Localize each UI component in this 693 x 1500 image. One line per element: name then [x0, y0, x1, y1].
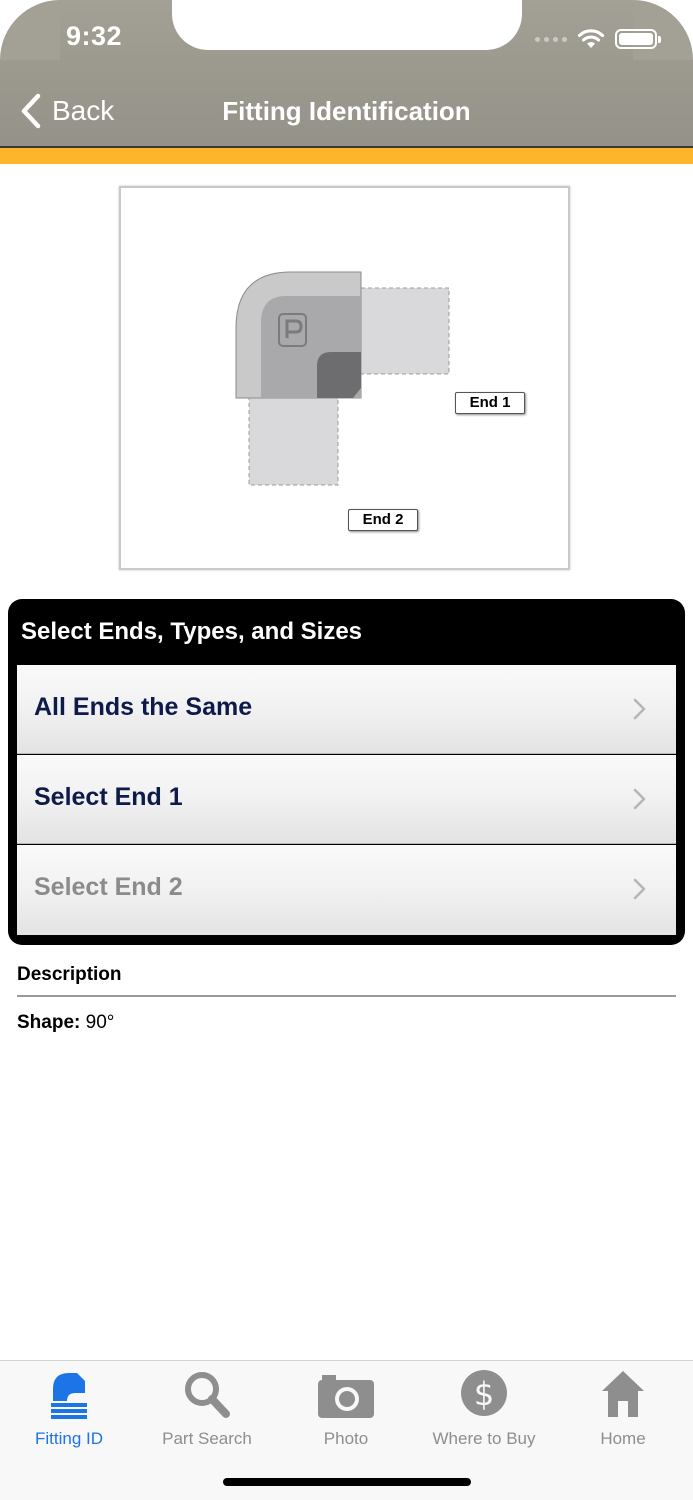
description-heading: Description [17, 964, 122, 985]
tab-label: Photo [323, 1429, 369, 1448]
row-label: Select End 2 [34, 873, 183, 901]
home-icon [602, 1371, 644, 1417]
svg-text:$: $ [474, 1375, 494, 1413]
page-title: Fitting Identification [222, 96, 471, 126]
row-label: All Ends the Same [34, 693, 253, 721]
navigation-bar: Back Fitting Identification [0, 76, 693, 146]
battery-icon [615, 29, 661, 49]
elbow-fitting-image [235, 271, 450, 486]
chevron-right-icon [633, 878, 646, 900]
wifi-icon [577, 29, 605, 48]
tab-fitting-id[interactable]: Fitting ID [0, 1367, 138, 1448]
tab-label: Part Search [162, 1429, 252, 1448]
chevron-right-icon [633, 698, 646, 720]
accent-bar [0, 146, 693, 164]
dollar-icon: $ [461, 1370, 507, 1416]
divider [17, 995, 676, 997]
end-2-label[interactable]: End 2 [348, 509, 418, 531]
tab-home[interactable]: Home [554, 1367, 692, 1448]
tab-where-to-buy[interactable]: $ Where to Buy [415, 1367, 553, 1448]
home-indicator [223, 1478, 471, 1486]
end-1-label[interactable]: End 1 [455, 392, 525, 414]
tab-label: Where to Buy [432, 1429, 536, 1448]
select-end-1-row[interactable]: Select End 1 [17, 755, 676, 844]
status-icons [535, 24, 661, 54]
shape-value: 90° [85, 1012, 115, 1033]
device-notch [172, 0, 522, 50]
tab-label: Home [600, 1429, 646, 1448]
row-label: Select End 1 [34, 783, 183, 811]
panel-title: Select Ends, Types, and Sizes [21, 618, 363, 645]
select-end-2-row[interactable]: Select End 2 [17, 845, 676, 935]
fitting-icon [51, 1373, 87, 1419]
chevron-right-icon [633, 788, 646, 810]
all-ends-same-row[interactable]: All Ends the Same [17, 665, 676, 754]
camera-icon [318, 1375, 374, 1418]
shape-label: Shape: [17, 1012, 81, 1033]
shape-info: Shape: 90° [17, 1012, 114, 1034]
tab-part-search[interactable]: Part Search [138, 1367, 276, 1448]
selection-panel: Select Ends, Types, and Sizes All Ends t… [8, 599, 685, 945]
tab-label: Fitting ID [34, 1429, 104, 1448]
fitting-diagram: End 1 End 2 [119, 186, 570, 570]
tab-photo[interactable]: Photo [277, 1367, 415, 1448]
cellular-signal-icon [535, 36, 567, 42]
magnifier-icon [185, 1372, 230, 1418]
status-time: 9:32 [66, 21, 123, 51]
